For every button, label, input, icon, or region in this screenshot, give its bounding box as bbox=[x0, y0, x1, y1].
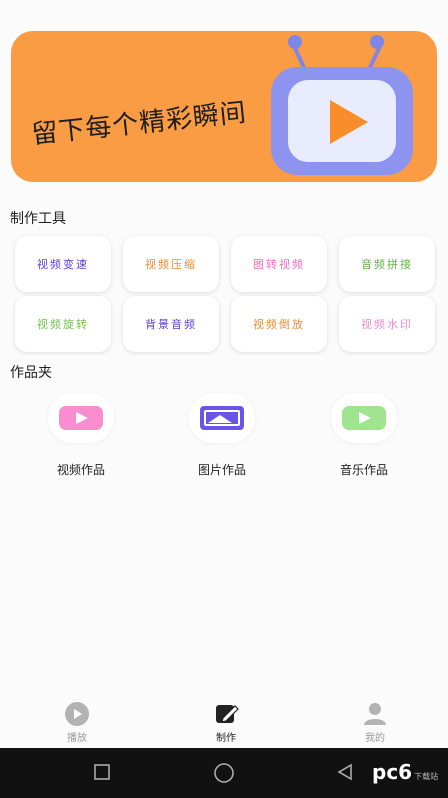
tab-mine[interactable]: 我的 bbox=[345, 702, 405, 744]
home-icon[interactable] bbox=[212, 762, 236, 784]
watermark-logo: pc6 下载站 bbox=[372, 760, 439, 784]
tool-label: 图转视频 bbox=[253, 258, 305, 271]
tools-section-title: 制作工具 bbox=[10, 211, 66, 227]
tv-illustration bbox=[266, 31, 416, 181]
bottom-tab-bar: 播放 制作 我的 bbox=[0, 696, 448, 748]
tool-label: 音频拼接 bbox=[361, 258, 413, 271]
recent-apps-icon[interactable] bbox=[92, 762, 112, 782]
tab-make[interactable]: 制作 bbox=[196, 702, 256, 744]
tool-image-to-video[interactable]: 图转视频 bbox=[231, 236, 327, 292]
tool-label: 视频水印 bbox=[361, 318, 413, 331]
works-music[interactable]: 音乐作品 bbox=[316, 393, 412, 478]
image-icon bbox=[200, 406, 244, 430]
tool-label: 视频变速 bbox=[37, 258, 89, 271]
tab-label: 我的 bbox=[365, 733, 385, 744]
tool-video-watermark[interactable]: 视频水印 bbox=[339, 296, 435, 352]
tool-label: 视频倒放 bbox=[253, 318, 305, 331]
works-video[interactable]: 视频作品 bbox=[33, 393, 129, 478]
tool-video-rotate[interactable]: 视频旋转 bbox=[15, 296, 111, 352]
works-label: 图片作品 bbox=[197, 463, 246, 477]
play-icon bbox=[330, 100, 368, 144]
pink-play-icon bbox=[59, 406, 103, 430]
works-label: 音乐作品 bbox=[339, 463, 388, 477]
tab-label: 制作 bbox=[216, 733, 236, 744]
tool-background-audio[interactable]: 背景音频 bbox=[123, 296, 219, 352]
tool-audio-merge[interactable]: 音频拼接 bbox=[339, 236, 435, 292]
edit-icon bbox=[216, 705, 239, 723]
tool-video-speed[interactable]: 视频变速 bbox=[15, 236, 111, 292]
green-play-icon bbox=[342, 406, 386, 430]
banner-slogan: 留下每个精彩瞬间 bbox=[30, 97, 249, 151]
tool-video-compress[interactable]: 视频压缩 bbox=[123, 236, 219, 292]
play-circle-icon bbox=[65, 702, 89, 726]
tool-label: 视频压缩 bbox=[145, 258, 197, 271]
works-section-title: 作品夹 bbox=[10, 365, 52, 381]
works-label: 视频作品 bbox=[56, 463, 105, 477]
system-nav-bar: pc6 下载站 bbox=[0, 748, 448, 798]
tool-video-reverse[interactable]: 视频倒放 bbox=[231, 296, 327, 352]
banner[interactable]: 留下每个精彩瞬间 bbox=[11, 31, 437, 182]
tool-label: 视频旋转 bbox=[37, 318, 89, 331]
tab-play[interactable]: 播放 bbox=[47, 702, 107, 744]
tab-label: 播放 bbox=[67, 733, 87, 744]
works-image[interactable]: 图片作品 bbox=[174, 393, 270, 478]
back-icon[interactable] bbox=[335, 762, 355, 782]
user-icon bbox=[364, 703, 386, 725]
tool-label: 背景音频 bbox=[145, 318, 197, 331]
